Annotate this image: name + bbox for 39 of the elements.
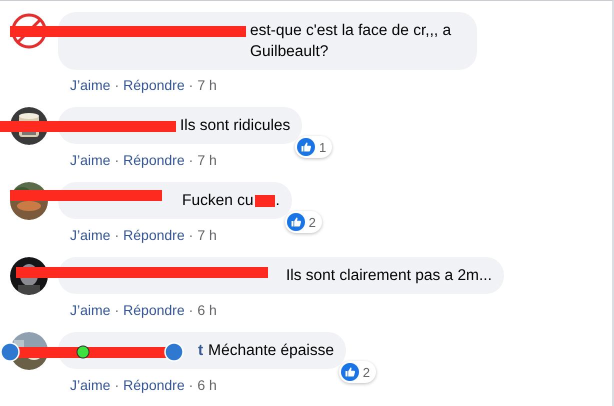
thumbs-up-icon xyxy=(297,138,316,156)
comment-text: . xyxy=(276,192,280,209)
reply-link[interactable]: Répondre xyxy=(123,75,185,95)
reaction-count[interactable]: 2 xyxy=(338,361,376,383)
timestamp[interactable]: 7 h xyxy=(197,75,217,95)
separator: · xyxy=(188,376,194,395)
reaction-count[interactable]: 1 xyxy=(295,136,332,158)
comment-text: Ils sont clairement pas a 2m... xyxy=(286,266,492,286)
timestamp[interactable]: 7 h xyxy=(197,150,217,170)
separator: · xyxy=(188,76,194,95)
thumbs-up-icon xyxy=(286,213,305,231)
redaction-mark xyxy=(254,194,275,207)
separator: · xyxy=(188,301,194,320)
reply-link[interactable]: Répondre xyxy=(123,375,185,395)
reply-link[interactable]: Répondre xyxy=(123,300,185,320)
reply-link[interactable]: Répondre xyxy=(123,225,185,245)
like-link[interactable]: J’aime xyxy=(70,150,110,170)
reaction-count[interactable]: 2 xyxy=(284,211,322,233)
thumbs-up-icon xyxy=(340,363,359,381)
timestamp[interactable]: 7 h xyxy=(197,225,217,245)
like-link[interactable]: J’aime xyxy=(70,75,110,95)
comment-text: est-que c'est la face de cr,,, a Guilbeault? xyxy=(250,21,452,62)
separator: · xyxy=(114,76,120,95)
timestamp[interactable]: 6 h xyxy=(197,300,217,320)
separator: · xyxy=(114,301,120,320)
like-link[interactable]: J’aime xyxy=(70,375,110,395)
reply-link[interactable]: Répondre xyxy=(123,150,185,170)
comment-text: Méchante épaisse xyxy=(208,341,334,361)
separator: · xyxy=(114,151,120,170)
author-name[interactable]: t xyxy=(198,342,204,359)
separator: · xyxy=(188,226,194,245)
separator: · xyxy=(188,151,194,170)
separator: · xyxy=(114,226,120,245)
like-link[interactable]: J’aime xyxy=(70,225,110,245)
separator: · xyxy=(114,376,120,395)
comment-text: Ils sont ridicules xyxy=(180,116,290,136)
like-link[interactable]: J’aime xyxy=(70,300,110,320)
timestamp[interactable]: 6 h xyxy=(197,375,217,395)
comment-text: Fucken cu xyxy=(182,191,254,211)
